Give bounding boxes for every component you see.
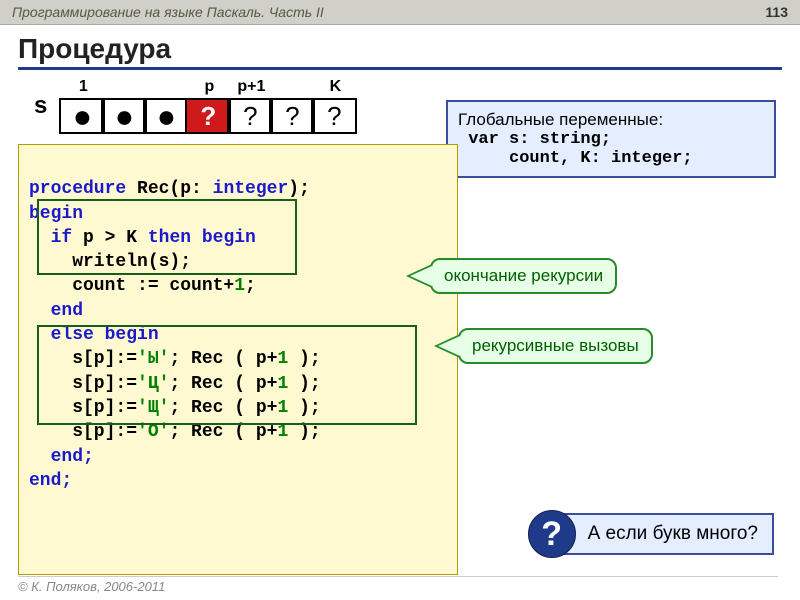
array-label: s [34, 92, 47, 120]
array-cell: ? [227, 98, 273, 134]
globals-title: Глобальные переменные: [458, 110, 764, 130]
array-cell: ● [101, 98, 147, 134]
globals-code: count, K: integer; [458, 149, 764, 168]
question-text: А если букв много? [552, 513, 774, 555]
array-cell: ? [269, 98, 315, 134]
callout-recursion-end: окончание рекурсии [430, 258, 617, 294]
array-cell-current: ? [185, 98, 231, 134]
question-row: ? А если букв много? [528, 510, 774, 558]
doc-title: Программирование на языке Паскаль. Часть… [12, 4, 324, 20]
array-cell: ? [311, 98, 357, 134]
page-title: Процедура [18, 33, 782, 70]
globals-box: Глобальные переменные: var s: string; co… [446, 100, 776, 178]
header-bar: Программирование на языке Паскаль. Часть… [0, 0, 800, 25]
code-block: procedure Rec(p: integer); begin if p > … [18, 144, 458, 575]
footer-copyright: © К. Поляков, 2006-2011 [18, 576, 778, 594]
question-icon: ? [528, 510, 576, 558]
array-cell: ● [143, 98, 189, 134]
globals-code: var s: string; [458, 130, 764, 149]
page-number: 113 [765, 4, 788, 20]
callout-recursive-calls: рекурсивные вызовы [458, 328, 653, 364]
array-cell: ● [59, 98, 105, 134]
